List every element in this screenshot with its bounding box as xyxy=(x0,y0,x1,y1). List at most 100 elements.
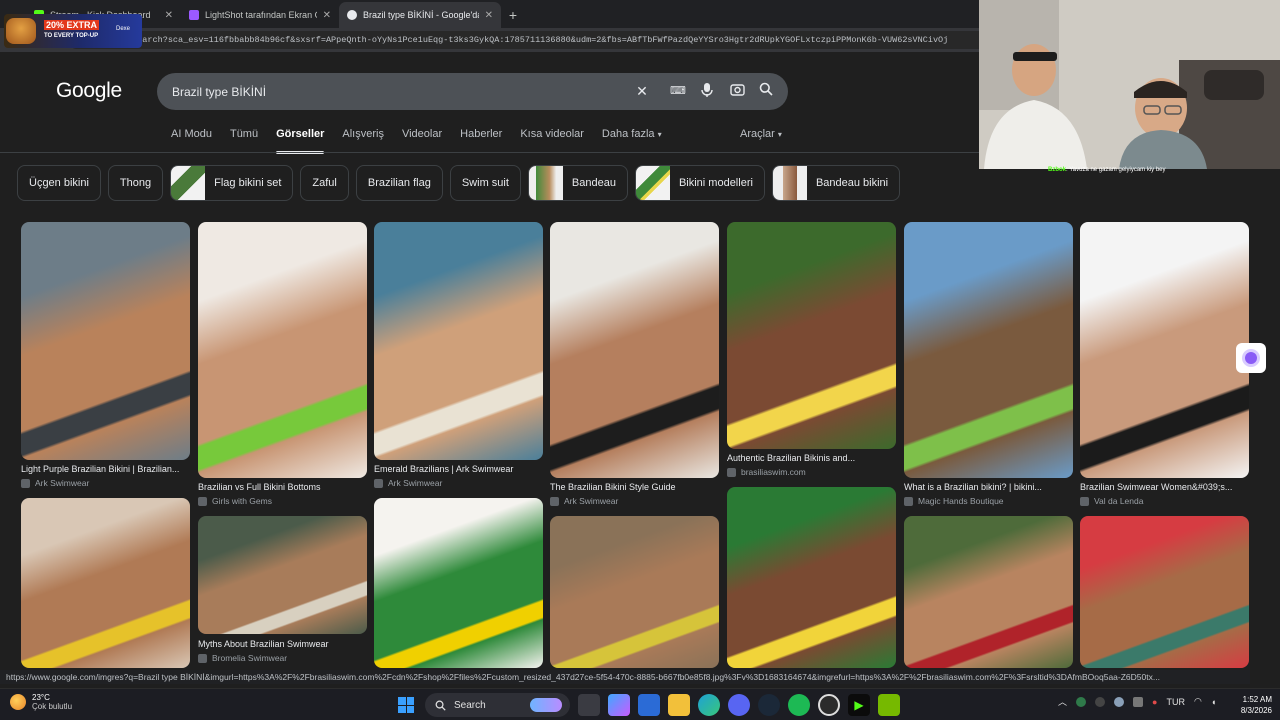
system-tray: ︿ ● TUR ◠ ◖ xyxy=(1058,695,1216,708)
taskbar-search[interactable]: Search xyxy=(425,693,570,717)
link-status-url: https://www.google.com/imgres?q=Brazil t… xyxy=(0,670,1250,684)
temperature: 23°C xyxy=(32,693,50,702)
start-icon[interactable] xyxy=(395,694,417,716)
clock[interactable]: 1:52 AM 8/3/2026 xyxy=(1232,694,1272,716)
source-favicon-icon xyxy=(198,496,207,506)
kick-app-icon[interactable]: ▶ xyxy=(848,694,870,716)
source-name: Ark Swimwear xyxy=(564,496,619,506)
tab-close-icon[interactable]: ✕ xyxy=(165,10,173,21)
spotify-icon[interactable] xyxy=(788,694,810,716)
url-field[interactable]: google.com/search?sca_esv=116fbbabb84b96… xyxy=(68,31,1058,49)
result-thumbnail[interactable] xyxy=(198,222,367,478)
chat-username: Bzbok xyxy=(1048,167,1066,173)
google-favicon-icon xyxy=(347,10,357,20)
source-name: brasiliaswim.com xyxy=(741,467,806,477)
weather-condition: Çok bulutlu xyxy=(32,702,73,711)
lightshot-favicon-icon xyxy=(189,10,199,20)
tab-title: LightShot tarafından Ekran Görünt xyxy=(205,10,317,20)
result-thumbnail[interactable] xyxy=(550,516,719,668)
tab-title: Brazil type BİKİNİ - Google'da Ara xyxy=(363,10,479,20)
language-indicator[interactable]: TUR xyxy=(1166,697,1185,707)
result-source[interactable]: Bromelia Swimwear xyxy=(198,653,367,663)
result-source[interactable]: brasiliaswim.com xyxy=(727,467,896,477)
obs-icon[interactable] xyxy=(818,694,840,716)
result-thumbnail[interactable] xyxy=(198,516,367,634)
chevron-up-icon[interactable]: ︿ xyxy=(1058,695,1067,708)
result-thumbnail[interactable] xyxy=(1080,516,1249,668)
source-name: Bromelia Swimwear xyxy=(212,653,288,663)
result-thumbnail[interactable] xyxy=(21,222,190,460)
result-source[interactable]: Ark Swimwear xyxy=(374,478,543,488)
result-title[interactable]: Authentic Brazilian Bikinis and... xyxy=(727,453,896,463)
tab-google-search[interactable]: Brazil type BİKİNİ - Google'da Ara ✕ xyxy=(339,2,501,28)
result-source[interactable]: Val da Lenda xyxy=(1080,496,1249,506)
edge-icon[interactable] xyxy=(698,694,720,716)
result-thumbnail[interactable] xyxy=(904,222,1073,478)
assistant-orb-icon xyxy=(1245,352,1257,364)
clock-time: 1:52 AM xyxy=(1242,695,1272,704)
copilot-icon[interactable] xyxy=(608,694,630,716)
tray-app-icon[interactable] xyxy=(1076,696,1087,707)
result-thumbnail[interactable] xyxy=(727,222,896,449)
result-thumbnail[interactable] xyxy=(727,487,896,668)
tab-close-icon[interactable]: ✕ xyxy=(485,10,493,21)
source-name: Girls with Gems xyxy=(212,496,272,506)
store-icon[interactable] xyxy=(638,694,660,716)
taskbar: 23°C Çok bulutlu Search ▶ ︿ ● TUR ◠ ◖ 1:… xyxy=(0,688,1280,720)
result-thumbnail[interactable] xyxy=(1080,222,1249,478)
result-title[interactable]: Brazilian vs Full Bikini Bottoms xyxy=(198,482,367,492)
clock-date: 8/3/2026 xyxy=(1240,706,1272,715)
webcam-overlay xyxy=(979,0,1280,169)
result-thumbnail[interactable] xyxy=(21,498,190,668)
nvidia-icon[interactable] xyxy=(878,694,900,716)
result-title[interactable]: Light Purple Brazilian Bikini | Brazilia… xyxy=(21,464,190,474)
taskbar-search-label: Search xyxy=(454,699,486,711)
result-source[interactable]: Ark Swimwear xyxy=(550,496,719,506)
source-favicon-icon xyxy=(198,653,207,663)
steam-tray-icon[interactable] xyxy=(1114,696,1125,707)
search-icon xyxy=(435,700,446,711)
source-favicon-icon xyxy=(550,496,559,506)
task-view-icon[interactable] xyxy=(578,694,600,716)
chat-text: : Yavuza ne gazam gelyiycam kiy bey xyxy=(1066,167,1166,173)
microphone-tray-icon[interactable]: ● xyxy=(1152,697,1157,707)
result-title[interactable]: Brazilian Swimwear Women&#039;s... xyxy=(1080,482,1249,492)
result-thumbnail[interactable] xyxy=(904,516,1073,668)
result-thumbnail[interactable] xyxy=(550,222,719,478)
webcam-image xyxy=(979,0,1280,169)
source-name: Ark Swimwear xyxy=(35,478,90,488)
search-highlight-icon xyxy=(530,698,562,712)
result-source[interactable]: Magic Hands Boutique xyxy=(904,496,1073,506)
wifi-icon[interactable]: ◠ xyxy=(1194,696,1202,707)
volume-icon[interactable]: ◖ xyxy=(1211,697,1216,707)
tray-app-icon[interactable] xyxy=(1095,696,1106,707)
assistant-icon[interactable] xyxy=(1236,343,1266,373)
file-explorer-icon[interactable] xyxy=(668,694,690,716)
result-thumbnail[interactable] xyxy=(374,498,543,668)
source-favicon-icon xyxy=(904,496,913,506)
tab-lightshot[interactable]: LightShot tarafından Ekran Görünt ✕ xyxy=(181,2,339,28)
tab-close-icon[interactable]: ✕ xyxy=(323,10,331,21)
result-source[interactable]: Ark Swimwear xyxy=(21,478,190,488)
promo-burger-image xyxy=(6,18,36,44)
result-title[interactable]: Myths About Brazilian Swimwear xyxy=(198,639,367,649)
source-favicon-icon xyxy=(374,478,383,488)
source-favicon-icon xyxy=(727,467,736,477)
source-favicon-icon xyxy=(21,478,30,488)
source-name: Val da Lenda xyxy=(1094,496,1144,506)
discord-icon[interactable] xyxy=(728,694,750,716)
steam-icon[interactable] xyxy=(758,694,780,716)
screen: ⌄ Stream - Kick Dashboard ✕ LightShot ta… xyxy=(0,0,1280,720)
promo-subline: TO EVERY TOP-UP xyxy=(44,33,99,39)
weather-icon xyxy=(10,694,26,710)
result-thumbnail[interactable] xyxy=(374,222,543,460)
result-title[interactable]: Emerald Brazilians | Ark Swimwear xyxy=(374,464,543,474)
tray-app-icon[interactable] xyxy=(1133,696,1144,707)
result-title[interactable]: The Brazilian Bikini Style Guide xyxy=(550,482,719,492)
result-title[interactable]: What is a Brazilian bikini? | bikini... xyxy=(904,482,1073,492)
new-tab-button[interactable]: + xyxy=(501,2,525,28)
promo-brand: Dexe xyxy=(116,26,131,32)
source-name: Magic Hands Boutique xyxy=(918,496,1004,506)
result-source[interactable]: Girls with Gems xyxy=(198,496,367,506)
weather-widget[interactable]: 23°C Çok bulutlu xyxy=(10,693,72,711)
